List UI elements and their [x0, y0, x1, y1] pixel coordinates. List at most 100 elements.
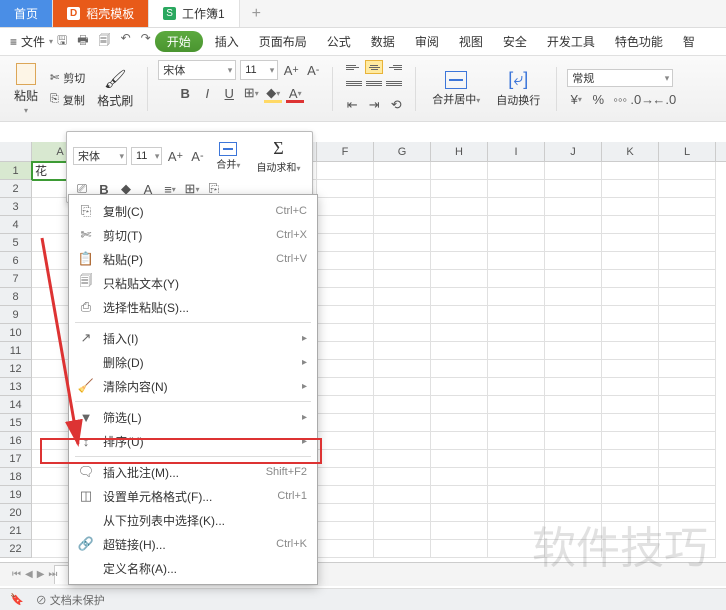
indent-dec-button[interactable]: ⇤ [343, 96, 361, 114]
preview-icon[interactable]: 🗐 [99, 31, 111, 52]
row-header-11[interactable]: 11 [0, 342, 32, 360]
cell-F11[interactable] [317, 342, 374, 360]
cell-G11[interactable] [374, 342, 431, 360]
cell-J20[interactable] [545, 504, 602, 522]
row-header-7[interactable]: 7 [0, 270, 32, 288]
cell-L19[interactable] [659, 486, 716, 504]
wrap-text-button[interactable]: [⤶] 自动换行 [490, 65, 546, 112]
cell-K10[interactable] [602, 324, 659, 342]
cell-I17[interactable] [488, 450, 545, 468]
cell-F17[interactable] [317, 450, 374, 468]
cell-K8[interactable] [602, 288, 659, 306]
cell-K19[interactable] [602, 486, 659, 504]
cell-H14[interactable] [431, 396, 488, 414]
sheet-nav-last[interactable]: ⏭ [48, 569, 57, 580]
cell-G14[interactable] [374, 396, 431, 414]
cell-I3[interactable] [488, 198, 545, 216]
align-top-center[interactable] [365, 60, 383, 74]
cell-F4[interactable] [317, 216, 374, 234]
cell-I13[interactable] [488, 378, 545, 396]
cell-J12[interactable] [545, 360, 602, 378]
row-header-5[interactable]: 5 [0, 234, 32, 252]
row-header-8[interactable]: 8 [0, 288, 32, 306]
orientation-button[interactable]: ⟲ [387, 96, 405, 114]
save-icon[interactable]: 🖫 [57, 31, 67, 52]
cell-K22[interactable] [602, 540, 659, 558]
cell-F19[interactable] [317, 486, 374, 504]
cell-L6[interactable] [659, 252, 716, 270]
indent-inc-button[interactable]: ⇥ [365, 96, 383, 114]
row-header-13[interactable]: 13 [0, 378, 32, 396]
ctx-排序U[interactable]: ↕排序(U)▸ [69, 429, 317, 453]
cell-H10[interactable] [431, 324, 488, 342]
cell-H2[interactable] [431, 180, 488, 198]
row-header-9[interactable]: 9 [0, 306, 32, 324]
align-mid-right[interactable] [385, 76, 403, 90]
cell-H7[interactable] [431, 270, 488, 288]
cell-G7[interactable] [374, 270, 431, 288]
cell-L11[interactable] [659, 342, 716, 360]
cell-F10[interactable] [317, 324, 374, 342]
cell-G1[interactable] [374, 162, 431, 180]
cell-H19[interactable] [431, 486, 488, 504]
undo-icon[interactable]: ↶ [121, 31, 131, 52]
cell-G12[interactable] [374, 360, 431, 378]
cell-F2[interactable] [317, 180, 374, 198]
shrink-font-button[interactable]: A- [304, 61, 322, 79]
cell-G15[interactable] [374, 414, 431, 432]
cell-J10[interactable] [545, 324, 602, 342]
cell-L18[interactable] [659, 468, 716, 486]
cell-G20[interactable] [374, 504, 431, 522]
col-header-L[interactable]: L [659, 142, 716, 161]
row-header-10[interactable]: 10 [0, 324, 32, 342]
cell-L1[interactable] [659, 162, 716, 180]
cell-I10[interactable] [488, 324, 545, 342]
tab-add[interactable]: + [240, 5, 273, 23]
cell-I9[interactable] [488, 306, 545, 324]
col-header-F[interactable]: F [317, 142, 374, 161]
cell-F14[interactable] [317, 396, 374, 414]
cell-G13[interactable] [374, 378, 431, 396]
tab-template[interactable]: D 稻壳模板 [53, 0, 149, 27]
mini-size-select[interactable]: 11 [131, 147, 162, 165]
align-mid-left[interactable] [345, 76, 363, 90]
cell-I5[interactable] [488, 234, 545, 252]
cell-F6[interactable] [317, 252, 374, 270]
mini-grow-font[interactable]: A+ [166, 147, 184, 165]
cell-I21[interactable] [488, 522, 545, 540]
underline-button[interactable]: U [220, 84, 238, 102]
tab-workbook[interactable]: S 工作簿1 [149, 0, 239, 27]
cell-H6[interactable] [431, 252, 488, 270]
tab-home[interactable]: 首页 [0, 0, 53, 27]
cell-G19[interactable] [374, 486, 431, 504]
fill-color-button[interactable]: ◆▾ [264, 84, 282, 102]
cell-G4[interactable] [374, 216, 431, 234]
cell-L17[interactable] [659, 450, 716, 468]
cell-J15[interactable] [545, 414, 602, 432]
cell-G16[interactable] [374, 432, 431, 450]
cell-F13[interactable] [317, 378, 374, 396]
menu-layout[interactable]: 页面布局 [251, 29, 315, 54]
cell-J11[interactable] [545, 342, 602, 360]
currency-button[interactable]: ¥▾ [567, 90, 585, 108]
cell-G21[interactable] [374, 522, 431, 540]
menu-insert[interactable]: 插入 [207, 29, 247, 54]
cell-J8[interactable] [545, 288, 602, 306]
align-mid-center[interactable] [365, 76, 383, 90]
cell-H17[interactable] [431, 450, 488, 468]
cell-I15[interactable] [488, 414, 545, 432]
cell-I1[interactable] [488, 162, 545, 180]
cell-H9[interactable] [431, 306, 488, 324]
cell-J4[interactable] [545, 216, 602, 234]
cell-K12[interactable] [602, 360, 659, 378]
cell-K1[interactable] [602, 162, 659, 180]
cell-F8[interactable] [317, 288, 374, 306]
row-header-15[interactable]: 15 [0, 414, 32, 432]
cell-L16[interactable] [659, 432, 716, 450]
cell-H21[interactable] [431, 522, 488, 540]
cell-G17[interactable] [374, 450, 431, 468]
menu-view[interactable]: 视图 [451, 29, 491, 54]
cell-H20[interactable] [431, 504, 488, 522]
mini-merge-button[interactable]: 合并▾ [210, 140, 246, 173]
cell-I18[interactable] [488, 468, 545, 486]
